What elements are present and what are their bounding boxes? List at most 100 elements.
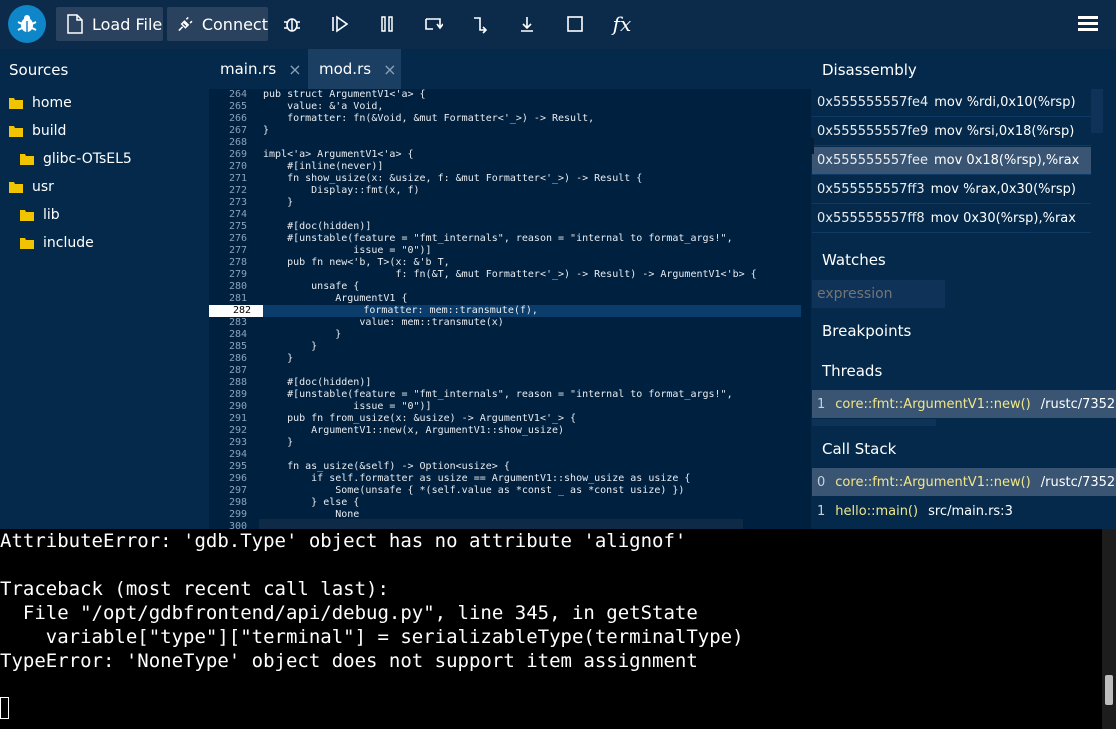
source-folder-lib[interactable]: lib: [20, 205, 60, 225]
tab-mod-rs[interactable]: mod.rs ×: [308, 49, 401, 89]
line-number[interactable]: 293: [209, 437, 263, 449]
code-line[interactable]: 292 ArgumentV1::new(x, ArgumentV1::show_…: [209, 425, 801, 437]
code-editor[interactable]: 264 pub struct ArgumentV1<'a> {265 value:…: [209, 89, 811, 529]
line-number[interactable]: 295: [209, 461, 263, 473]
console-scrollbar[interactable]: [1102, 529, 1116, 729]
code-line[interactable]: 276 #[unstable(feature = "fmt_internals"…: [209, 233, 801, 245]
step-over-icon[interactable]: [421, 12, 445, 36]
code-line[interactable]: 296 if self.formatter as usize == Argume…: [209, 473, 801, 485]
line-number[interactable]: 289: [209, 389, 263, 401]
gdb-frontend-logo[interactable]: [8, 5, 46, 43]
code-line[interactable]: 266 formatter: fn(&Void, &mut Formatter<…: [209, 113, 801, 125]
line-number[interactable]: 281: [209, 293, 263, 305]
code-line[interactable]: 275 #[doc(hidden)]: [209, 221, 801, 233]
load-file-button[interactable]: Load File: [56, 7, 163, 41]
code-line[interactable]: 279 f: fn(&T, &mut Formatter<'_>) -> Res…: [209, 269, 801, 281]
code-line[interactable]: 281 ArgumentV1 {: [209, 293, 801, 305]
disassembly-row[interactable]: 0x555555557ff8 mov 0x30(%rsp),%rax: [812, 205, 1091, 233]
code-line[interactable]: 285 }: [209, 341, 801, 353]
call-stack-row[interactable]: 1 hello::main() src/main.rs:3: [812, 497, 1116, 525]
line-number[interactable]: 288: [209, 377, 263, 389]
line-number[interactable]: 265: [209, 101, 263, 113]
step-out-icon[interactable]: [515, 12, 539, 36]
line-number[interactable]: 286: [209, 353, 263, 365]
code-line[interactable]: 269 impl<'a> ArgumentV1<'a> {: [209, 149, 801, 161]
code-line[interactable]: 272 Display::fmt(x, f): [209, 185, 801, 197]
disassembly-row[interactable]: 0x555555557fe9 mov %rsi,0x18(%rsp): [812, 118, 1091, 146]
code-line[interactable]: 268: [209, 137, 801, 149]
code-line[interactable]: 274: [209, 209, 801, 221]
line-number[interactable]: 300: [209, 521, 263, 529]
source-folder-glibc[interactable]: glibc-OTsEL5: [20, 149, 132, 169]
line-number[interactable]: 282: [209, 305, 263, 317]
code-line[interactable]: 265 value: &'a Void,: [209, 101, 801, 113]
editor-horizontal-scrollbar[interactable]: [259, 519, 743, 529]
line-number[interactable]: 267: [209, 125, 263, 137]
thread-row[interactable]: 1 core::fmt::ArgumentV1::new() /rustc/73…: [812, 390, 1116, 418]
disassembly-row-current[interactable]: 0x555555557fee mov 0x18(%rsp),%rax: [812, 147, 1091, 175]
line-number[interactable]: 291: [209, 413, 263, 425]
code-line[interactable]: 280 unsafe {: [209, 281, 801, 293]
line-number[interactable]: 269: [209, 149, 263, 161]
code-line[interactable]: 286 }: [209, 353, 801, 365]
line-number[interactable]: 280: [209, 281, 263, 293]
code-line[interactable]: 284 }: [209, 329, 801, 341]
line-number[interactable]: 292: [209, 425, 263, 437]
line-number[interactable]: 273: [209, 197, 263, 209]
line-number[interactable]: 285: [209, 341, 263, 353]
close-tab-icon[interactable]: ×: [288, 60, 301, 79]
code-line[interactable]: 291 pub fn from_usize(x: &usize) -> Argu…: [209, 413, 801, 425]
line-number[interactable]: 296: [209, 473, 263, 485]
code-line[interactable]: 273 }: [209, 197, 801, 209]
line-number[interactable]: 299: [209, 509, 263, 521]
debug-bug-icon[interactable]: [280, 12, 304, 36]
line-number[interactable]: 283: [209, 317, 263, 329]
line-number[interactable]: 276: [209, 233, 263, 245]
step-into-icon[interactable]: [468, 12, 492, 36]
code-line[interactable]: 277 issue = "0")]: [209, 245, 801, 257]
disassembly-scroll-handle[interactable]: [811, 138, 814, 154]
line-number[interactable]: 297: [209, 485, 263, 497]
code-line[interactable]: 288 #[doc(hidden)]: [209, 377, 801, 389]
source-folder-include[interactable]: include: [20, 233, 94, 253]
code-line[interactable]: 264 pub struct ArgumentV1<'a> {: [209, 89, 801, 101]
disassembly-row[interactable]: 0x555555557fe4 mov %rdi,0x10(%rsp): [812, 89, 1091, 117]
watch-expression-input[interactable]: [812, 280, 945, 308]
line-number[interactable]: 264: [209, 89, 263, 101]
evaluate-fx-icon[interactable]: fx: [610, 12, 634, 36]
code-line[interactable]: 271 fn show_usize(x: &usize, f: &mut For…: [209, 173, 801, 185]
pause-icon[interactable]: [375, 12, 399, 36]
code-line[interactable]: 278 pub fn new<'b, T>(x: &'b T,: [209, 257, 801, 269]
close-tab-icon[interactable]: ×: [383, 60, 396, 79]
line-number[interactable]: 279: [209, 269, 263, 281]
call-stack-row-current[interactable]: 0 core::fmt::ArgumentV1::new() /rustc/73…: [812, 468, 1116, 496]
run-icon[interactable]: [328, 12, 352, 36]
line-number[interactable]: 298: [209, 497, 263, 509]
line-number[interactable]: 275: [209, 221, 263, 233]
tab-main-rs[interactable]: main.rs ×: [209, 49, 308, 89]
line-number[interactable]: 270: [209, 161, 263, 173]
code-line[interactable]: 293 }: [209, 437, 801, 449]
code-line[interactable]: 298 } else {: [209, 497, 801, 509]
terminal-console[interactable]: AttributeError: 'gdb.Type' object has no…: [0, 529, 1116, 729]
code-line[interactable]: 289 #[unstable(feature = "fmt_internals"…: [209, 389, 801, 401]
disassembly-scrollbar[interactable]: [1091, 89, 1103, 133]
stop-icon[interactable]: [563, 12, 587, 36]
code-line[interactable]: 270 #[inline(never)]: [209, 161, 801, 173]
line-number[interactable]: 266: [209, 113, 263, 125]
line-number[interactable]: 272: [209, 185, 263, 197]
line-number[interactable]: 284: [209, 329, 263, 341]
line-number[interactable]: 274: [209, 209, 263, 221]
code-line[interactable]: 267}: [209, 125, 801, 137]
line-number[interactable]: 287: [209, 365, 263, 377]
code-line[interactable]: 297 Some(unsafe { *(self.value as *const…: [209, 485, 801, 497]
disassembly-row[interactable]: 0x555555557ff3 mov %rax,0x30(%rsp): [812, 176, 1091, 204]
connect-button[interactable]: Connect: [167, 7, 268, 41]
threads-scrollbar[interactable]: [812, 419, 936, 426]
line-number[interactable]: 294: [209, 449, 263, 461]
menu-hamburger-icon[interactable]: [1078, 14, 1098, 36]
source-folder-build[interactable]: build: [9, 121, 66, 141]
line-number[interactable]: 290: [209, 401, 263, 413]
source-folder-usr[interactable]: usr: [9, 177, 54, 197]
code-line[interactable]: 287: [209, 365, 801, 377]
